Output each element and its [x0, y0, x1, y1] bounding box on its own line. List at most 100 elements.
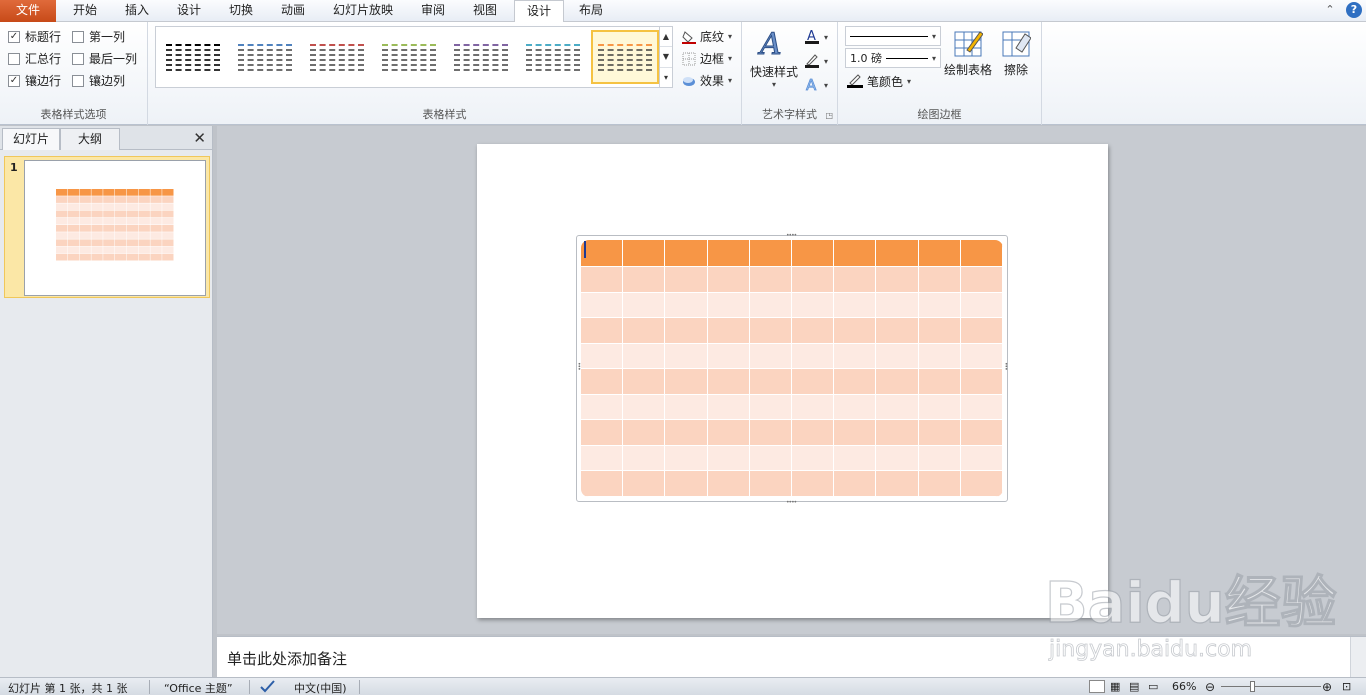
pen-color-button[interactable]: 笔颜色 ▾ [847, 72, 911, 91]
pen-weight-select[interactable]: 1.0 磅 ▾ [845, 48, 941, 68]
table-cell[interactable] [876, 445, 919, 472]
quick-styles-button[interactable]: A 快速样式 ▾ [750, 26, 798, 90]
table-cell[interactable] [707, 292, 750, 319]
table-cell[interactable] [665, 420, 708, 446]
tab-file[interactable]: 文件 [0, 0, 56, 22]
table-cell[interactable] [707, 267, 750, 293]
table-cell[interactable] [918, 343, 961, 370]
table-cell[interactable] [665, 343, 708, 370]
table-style-swatch[interactable] [159, 30, 227, 84]
tab-view[interactable]: 视图 [460, 0, 510, 22]
table-cell[interactable] [960, 420, 1003, 446]
table-header-cell[interactable] [834, 240, 877, 267]
table-cell[interactable] [960, 292, 1003, 319]
table-cell[interactable] [749, 267, 792, 293]
table-cell[interactable] [707, 343, 750, 370]
table-cell[interactable] [834, 471, 877, 497]
text-outline-button[interactable]: ▾ [804, 52, 828, 71]
table-cell[interactable] [707, 420, 750, 446]
table-cell[interactable] [960, 343, 1003, 370]
table-cell[interactable] [918, 445, 961, 472]
resize-handle-right[interactable]: ••• [1002, 362, 1009, 370]
table-style-swatch[interactable] [591, 30, 659, 84]
minimize-ribbon-icon[interactable]: ⌃ [1322, 2, 1338, 18]
effects-button[interactable]: 效果 ▾ [682, 72, 732, 89]
table-cell[interactable] [665, 394, 708, 421]
table-cell[interactable] [876, 267, 919, 293]
table-cell[interactable] [581, 445, 624, 472]
table-cell[interactable] [581, 394, 624, 421]
table-cell[interactable] [581, 292, 624, 319]
table-cell[interactable] [792, 267, 835, 293]
table-cell[interactable] [623, 445, 666, 472]
tab-transitions[interactable]: 切换 [216, 0, 266, 22]
option-first-column[interactable]: 第一列 [72, 28, 125, 45]
table-cell[interactable] [749, 445, 792, 472]
table-header-cell[interactable] [665, 240, 708, 267]
table-cell[interactable] [665, 267, 708, 293]
option-total-row[interactable]: 汇总行 [8, 50, 61, 67]
checkbox-checked-icon[interactable]: ✓ [8, 74, 20, 87]
table-cell[interactable] [960, 318, 1003, 344]
table-style-swatch[interactable] [303, 30, 371, 84]
table-cell[interactable] [918, 471, 961, 497]
table-cell[interactable] [918, 267, 961, 293]
gallery-more-icon[interactable]: ▾ [660, 68, 672, 87]
gallery-up-icon[interactable]: ▲ [660, 27, 672, 48]
zoom-slider-thumb[interactable] [1250, 681, 1255, 692]
table-cell[interactable] [918, 318, 961, 344]
table-cell[interactable] [581, 318, 624, 344]
dialog-launcher-icon[interactable]: ◳ [825, 111, 833, 120]
checkbox-icon[interactable] [72, 30, 84, 43]
checkbox-checked-icon[interactable]: ✓ [8, 30, 20, 43]
table-cell[interactable] [749, 343, 792, 370]
slide-thumbnail-item[interactable]: 1 [4, 156, 210, 298]
tab-insert[interactable]: 插入 [112, 0, 162, 22]
text-fill-button[interactable]: A ▾ [804, 28, 828, 47]
table-cell[interactable] [665, 369, 708, 395]
draw-table-button[interactable]: 绘制表格 [944, 28, 992, 78]
table-style-swatch[interactable] [447, 30, 515, 84]
resize-handle-top[interactable]: •••• [786, 232, 797, 239]
table-cell[interactable] [623, 318, 666, 344]
table-cell[interactable] [792, 471, 835, 497]
table-cell[interactable] [581, 267, 624, 293]
table-style-swatch[interactable] [519, 30, 587, 84]
table-style-swatch[interactable] [375, 30, 443, 84]
table-header-cell[interactable] [623, 240, 666, 267]
table-cell[interactable] [792, 420, 835, 446]
table-cell[interactable] [792, 445, 835, 472]
borders-button[interactable]: 边框 ▾ [682, 50, 732, 67]
table-cell[interactable] [665, 318, 708, 344]
table-cell[interactable] [876, 420, 919, 446]
table-cell[interactable] [581, 471, 624, 497]
slide-thumbnail[interactable] [24, 160, 206, 296]
table-header-cell[interactable] [707, 240, 750, 267]
zoom-in-icon[interactable]: ⊕ [1322, 680, 1332, 694]
table-cell[interactable] [876, 292, 919, 319]
reading-view-icon[interactable]: ▤ [1129, 680, 1139, 693]
zoom-slider[interactable] [1221, 686, 1321, 687]
notes-scrollbar[interactable] [1350, 637, 1366, 678]
table-cell[interactable] [876, 318, 919, 344]
table-header-cell[interactable] [918, 240, 961, 267]
table-cell[interactable] [834, 420, 877, 446]
checkbox-icon[interactable] [72, 74, 84, 87]
shading-button[interactable]: 底纹 ▾ [682, 28, 732, 45]
tab-table-design[interactable]: 设计 [514, 0, 564, 23]
table-header-cell[interactable] [581, 240, 624, 267]
text-effects-button[interactable]: A ▾ [804, 76, 828, 95]
zoom-out-icon[interactable]: ⊖ [1205, 680, 1215, 694]
checkbox-icon[interactable] [72, 52, 84, 65]
table-header-cell[interactable] [876, 240, 919, 267]
table-cell[interactable] [623, 394, 666, 421]
eraser-button[interactable]: 擦除 [1001, 28, 1032, 78]
table-cell[interactable] [960, 394, 1003, 421]
table-cell[interactable] [749, 318, 792, 344]
option-header-row[interactable]: ✓ 标题行 [8, 28, 61, 45]
table-cell[interactable] [749, 394, 792, 421]
tab-outline[interactable]: 大纲 [60, 128, 120, 150]
table-cell[interactable] [960, 445, 1003, 472]
table-cell[interactable] [623, 471, 666, 497]
table-cell[interactable] [707, 445, 750, 472]
